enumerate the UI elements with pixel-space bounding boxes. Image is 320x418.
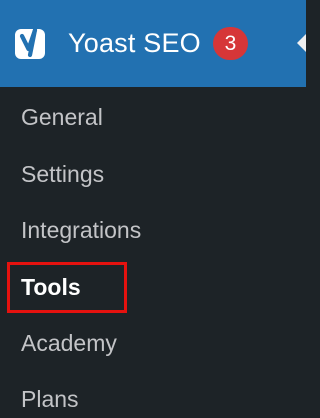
admin-menu: Yoast SEO 3 General Settings Integration… <box>0 0 306 418</box>
submenu-item-settings[interactable]: Settings <box>21 159 104 189</box>
submenu-item-general[interactable]: General <box>21 102 103 132</box>
notification-badge: 3 <box>213 27 248 60</box>
submenu-item-plans[interactable]: Plans <box>21 384 79 414</box>
menu-title: Yoast SEO <box>68 28 201 58</box>
current-menu-arrow-icon <box>297 34 306 52</box>
highlight-annotation-box <box>7 262 127 313</box>
yoast-logo-icon <box>15 27 45 59</box>
submenu-item-integrations[interactable]: Integrations <box>21 215 141 245</box>
menu-item-yoast-seo[interactable]: Yoast SEO 3 <box>0 0 306 87</box>
submenu-item-academy[interactable]: Academy <box>21 328 117 358</box>
